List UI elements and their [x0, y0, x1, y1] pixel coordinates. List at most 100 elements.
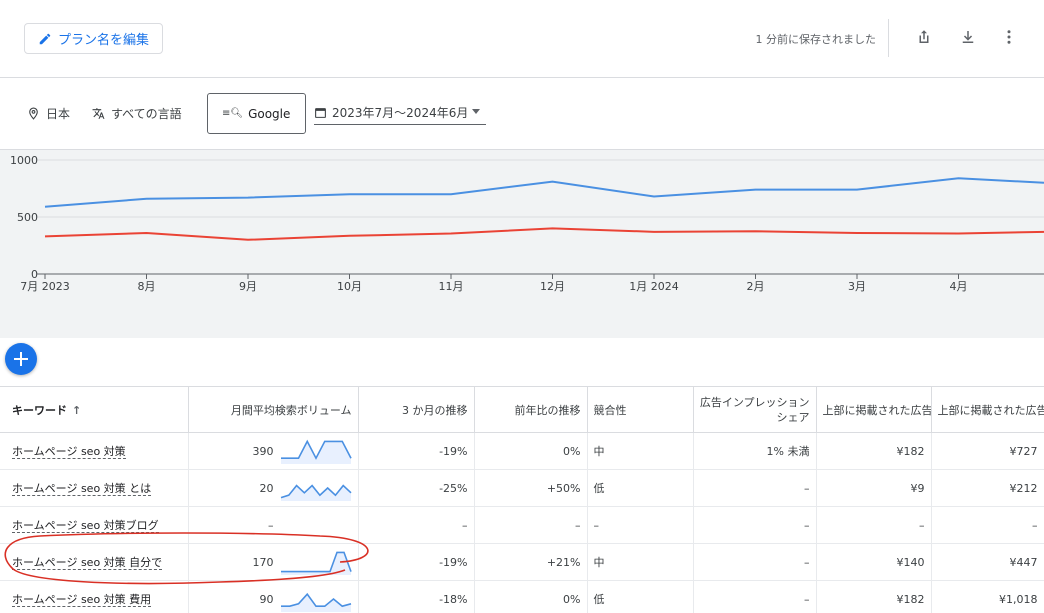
row-impression-share: –	[693, 506, 817, 544]
col-header-volume[interactable]: 月間平均検索ボリューム	[188, 386, 359, 433]
table-row[interactable]: ホームページ seo 対策 390 -19% 0% 中 1% 未満 ¥182 ¥727	[0, 432, 1044, 470]
col-header-impression-share[interactable]: 広告インプレッション シェア	[693, 386, 817, 433]
row-keyword[interactable]: ホームページ seo 対策 自分で	[0, 543, 189, 581]
row-keyword[interactable]: ホームページ seo 対策ブログ	[0, 506, 189, 544]
table-header-row: キーワード ↑ 月間平均検索ボリューム 3 か月の推移 前年比の推移 競合性 広告…	[0, 386, 1044, 433]
col-header-yoy[interactable]: 前年比の推移	[474, 386, 588, 433]
x-tick-label: 1月 2024	[629, 280, 679, 293]
date-range-label: 2023年7月～2024年6月	[332, 106, 469, 120]
row-competition: 中	[587, 543, 694, 581]
volume-value: 90	[259, 592, 274, 606]
row-3m-trend: -18%	[358, 580, 475, 613]
download-icon	[962, 31, 974, 43]
translate-icon	[92, 108, 105, 119]
dropdown-caret-icon	[472, 109, 480, 114]
x-tick-label: 10月	[337, 280, 362, 293]
sparkline-area	[280, 594, 351, 612]
language-filter-label: すべての言語	[111, 107, 182, 121]
y-tick-label: 1000	[10, 154, 38, 167]
network-filter[interactable]: ≡🔍︎ Google	[207, 93, 306, 134]
search-volume-chart: 1000 500 0 7月 2023 8月 9月 10月 11月 12月 1月 2024 2月 3月 4…	[0, 149, 1044, 338]
pencil-icon	[39, 33, 51, 44]
row-3m-trend: –	[358, 506, 475, 544]
sort-arrow-up-icon: ↑	[72, 403, 82, 417]
keyword-link[interactable]: ホームページ seo 対策 自分で	[12, 556, 163, 570]
share-button[interactable]	[913, 26, 935, 48]
volume-value: 170	[252, 555, 274, 569]
row-volume: 390	[188, 432, 359, 470]
row-keyword[interactable]: ホームページ seo 対策	[0, 432, 189, 470]
location-pin-icon	[29, 107, 38, 120]
row-top-bid-high: ¥212	[931, 469, 1044, 507]
row-top-bid-high: ¥1,018	[931, 580, 1044, 613]
x-tick-label: 12月	[540, 280, 565, 293]
edit-plan-name-label: プラン名を編集	[58, 33, 150, 48]
row-volume: 20	[188, 469, 359, 507]
table-row[interactable]: ホームページ seo 対策 自分で 170 -19% +21% 中 – ¥140 ¥447	[0, 543, 1044, 581]
x-tick-label: 7月 2023	[20, 280, 70, 293]
row-yoy: 0%	[474, 580, 588, 613]
more-vert-icon	[1007, 30, 1011, 44]
col-header-top-bid-low[interactable]: 上部に掲載された広告	[816, 386, 932, 433]
keyword-link[interactable]: ホームページ seo 対策 費用	[12, 593, 152, 607]
row-keyword[interactable]: ホームページ seo 対策 費用	[0, 580, 189, 613]
search-network-icon: ≡🔍︎	[222, 108, 244, 119]
more-options-button[interactable]	[998, 26, 1020, 48]
x-tick-label: 8月	[138, 280, 156, 293]
y-tick-label: 500	[17, 211, 38, 224]
row-3m-trend: -25%	[358, 469, 475, 507]
volume-sparkline	[280, 439, 352, 464]
row-3m-trend: -19%	[358, 543, 475, 581]
filter-bar: 日本 すべての言語 ≡🔍︎ Google 2023年7月～2024年6月	[0, 79, 1044, 149]
calendar-icon	[315, 108, 326, 118]
keyword-link[interactable]: ホームページ seo 対策	[12, 445, 126, 459]
volume-value: 20	[259, 481, 274, 495]
toolbar-divider	[888, 19, 889, 57]
col-header-top-bid-high[interactable]: 上部に掲載された広告	[931, 386, 1044, 433]
volume-sparkline	[280, 511, 352, 539]
row-top-bid-high: –	[931, 506, 1044, 544]
network-filter-label: Google	[248, 106, 291, 121]
x-tick-label: 3月	[848, 280, 866, 293]
volume-value: 390	[252, 444, 274, 458]
row-competition: 中	[587, 432, 694, 470]
keyword-table: キーワード ↑ 月間平均検索ボリューム 3 か月の推移 前年比の推移 競合性 広告…	[0, 386, 1044, 613]
col-header-competition[interactable]: 競合性	[587, 386, 694, 433]
share-icon	[919, 30, 929, 43]
volume-value: –	[268, 518, 274, 532]
download-button[interactable]	[957, 26, 979, 48]
row-impression-share: –	[693, 543, 817, 581]
sparkline-area	[280, 441, 351, 464]
chart-canvas: 100050007月 2023 8月 9月 10月 11月 12月 1月 2024 2月 3月 4…	[10, 154, 1044, 293]
top-bar: プラン名を編集 1 分前に保存されました	[0, 0, 1044, 78]
row-top-bid-low: ¥140	[816, 543, 932, 581]
language-filter[interactable]: すべての言語	[92, 105, 182, 122]
col-header-keyword[interactable]: キーワード ↑	[0, 386, 189, 433]
table-row[interactable]: ホームページ seo 対策 とは 20 -25% +50% 低 – ¥9 ¥212	[0, 469, 1044, 507]
table-row[interactable]: ホームページ seo 対策 費用 90 -18% 0% 低 – ¥182 ¥1,018	[0, 580, 1044, 613]
col-header-3m-trend[interactable]: 3 か月の推移	[358, 386, 475, 433]
date-range-select[interactable]: 2023年7月～2024年6月	[314, 101, 486, 125]
add-keyword-button[interactable]	[5, 343, 37, 375]
row-yoy: +50%	[474, 469, 588, 507]
plus-icon	[14, 352, 28, 366]
x-tick-label: 4月	[950, 280, 968, 293]
row-competition: –	[587, 506, 694, 544]
row-top-bid-low: ¥182	[816, 580, 932, 613]
save-status: 1 分前に保存されました	[755, 33, 877, 46]
volume-sparkline	[280, 484, 352, 501]
row-volume: –	[188, 506, 359, 544]
row-yoy: –	[474, 506, 588, 544]
x-tick-label: 11月	[439, 280, 464, 293]
keyword-link[interactable]: ホームページ seo 対策ブログ	[12, 519, 159, 533]
keyword-link[interactable]: ホームページ seo 対策 とは	[12, 482, 152, 496]
edit-plan-name-button[interactable]: プラン名を編集	[24, 23, 164, 54]
sparkline-line	[280, 592, 351, 608]
row-keyword[interactable]: ホームページ seo 対策 とは	[0, 469, 189, 507]
row-competition: 低	[587, 469, 694, 507]
volume-sparkline	[280, 551, 352, 575]
volume-sparkline	[280, 592, 351, 612]
location-filter[interactable]: 日本	[27, 105, 70, 122]
row-impression-share: –	[693, 469, 817, 507]
table-row[interactable]: ホームページ seo 対策ブログ – – – – – – –	[0, 506, 1044, 544]
